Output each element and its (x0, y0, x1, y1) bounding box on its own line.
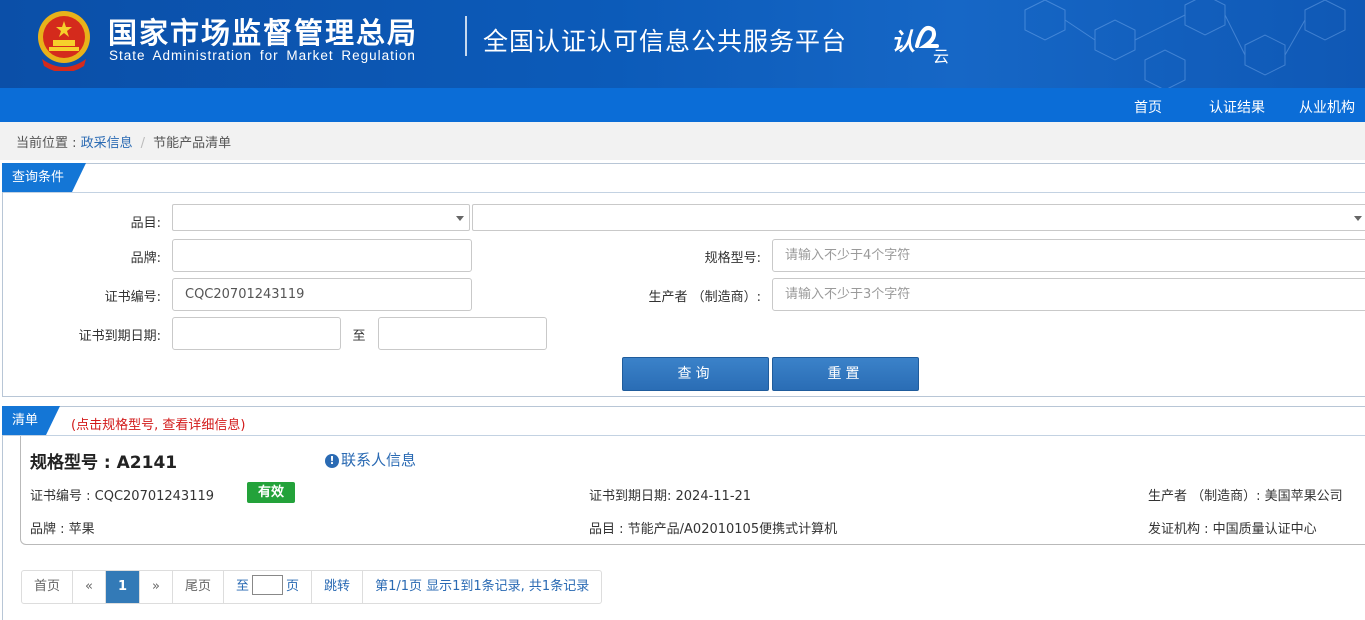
result-issuer: 发证机构 : 中国质量认证中心 (1148, 522, 1317, 537)
goto-suffix: 页 (286, 579, 300, 594)
breadcrumb: 当前位置 : 政采信息 / 节能产品清单 (0, 122, 1365, 160)
brand-input[interactable] (172, 239, 472, 272)
platform-title: 全国认证认可信息公共服务平台 (483, 27, 848, 56)
query-panel-header: 查询条件 (3, 164, 1365, 193)
expiry-to-label: 至 (352, 329, 366, 344)
page-first-button[interactable]: 首页 (22, 571, 74, 603)
breadcrumb-current: 节能产品清单 (153, 136, 232, 151)
model-input[interactable]: 请输入不少于4个字符 (772, 239, 1365, 272)
search-button[interactable]: 查询 (622, 357, 769, 391)
header-divider (465, 16, 467, 56)
query-panel: 查询条件 品目: 品牌: 规格型号: 请输入不少于4个字符 证书编号: CQC2… (2, 163, 1365, 397)
breadcrumb-prefix: 当前位置 : (16, 136, 81, 151)
org-name-cn: 国家市场监督管理总局 (108, 16, 419, 50)
nav-item-home[interactable]: 首页 (1134, 97, 1162, 117)
results-panel-title: 清单 (2, 406, 60, 435)
logo-text: 认 (891, 28, 915, 56)
result-card: 规格型号 : A2141 ! 联系人信息 证书编号 : CQC2070124311… (20, 436, 1365, 545)
page-last-button[interactable]: 尾页 (173, 571, 225, 603)
status-badge: 有效 (247, 482, 295, 503)
result-brand: 品牌 : 苹果 (30, 522, 95, 537)
category-label: 品目: (130, 216, 161, 231)
expiry-label: 证书到期日期: (78, 329, 161, 344)
breadcrumb-link-gov-procurement[interactable]: 政采信息 (81, 136, 133, 151)
page-current-button[interactable]: 1 (105, 571, 141, 603)
result-category: 品目 : 节能产品/A02010105便携式计算机 (589, 522, 838, 537)
category-select-primary[interactable] (172, 204, 470, 231)
cert-no-label: 证书编号: (104, 290, 161, 305)
results-tip: (点击规格型号, 查看详细信息) (71, 418, 246, 433)
result-model-link[interactable]: 规格型号 : A2141 (30, 448, 177, 473)
result-cert-no: 证书编号 : CQC20701243119 (30, 489, 215, 504)
page-goto: 至页 (224, 571, 313, 603)
chevron-down-icon (456, 216, 464, 221)
maker-input[interactable]: 请输入不少于3个字符 (772, 278, 1365, 311)
category-select-secondary[interactable] (472, 204, 1365, 231)
cert-no-input[interactable]: CQC20701243119 (172, 278, 472, 311)
model-label: 规格型号: (704, 251, 761, 266)
breadcrumb-separator: / (140, 136, 146, 151)
org-name-en: State Administration for Market Regulati… (109, 48, 416, 63)
reset-button[interactable]: 重置 (772, 357, 919, 391)
top-nav: 首页 认证结果 从业机构 (0, 88, 1365, 122)
expiry-end-input[interactable] (378, 317, 547, 350)
maker-label: 生产者 （制造商）: (648, 290, 761, 305)
pagination: 首页 « 1 » 尾页 至页 跳转 第1/1页 显示1到1条记录, 共1条记录 (21, 570, 603, 604)
expiry-start-input[interactable] (172, 317, 341, 350)
logo-sub-text: 云 (933, 47, 949, 64)
goto-prefix: 至 (236, 579, 250, 594)
page-next-button[interactable]: » (140, 571, 173, 603)
nav-item-cert-results[interactable]: 认证结果 (1209, 97, 1265, 117)
national-emblem-icon (38, 11, 90, 71)
result-expiry: 证书到期日期: 2024-11-21 (589, 489, 752, 504)
goto-page-input[interactable] (252, 575, 284, 595)
page-prev-button[interactable]: « (73, 571, 106, 603)
contact-info-label: 联系人信息 (341, 451, 417, 469)
hexagon-pattern-decoration (1024, 0, 1346, 88)
query-panel-title: 查询条件 (2, 163, 86, 192)
brand-label: 品牌: (130, 251, 161, 266)
page-jump-button[interactable]: 跳转 (312, 571, 364, 603)
nav-item-institutions[interactable]: 从业机构 (1299, 97, 1355, 117)
site-header: 国家市场监督管理总局 State Administration for Mark… (0, 0, 1365, 88)
page-summary: 第1/1页 显示1到1条记录, 共1条记录 (375, 579, 590, 594)
contact-info-link[interactable]: ! 联系人信息 (325, 449, 416, 470)
chevron-down-icon (1354, 216, 1362, 221)
info-icon: ! (325, 454, 339, 468)
renzheng-cloud-logo: 认 云 (891, 26, 949, 64)
results-panel-header: 清单 (点击规格型号, 查看详细信息) (3, 407, 1365, 436)
result-maker: 生产者 （制造商）: 美国苹果公司 (1148, 489, 1343, 504)
